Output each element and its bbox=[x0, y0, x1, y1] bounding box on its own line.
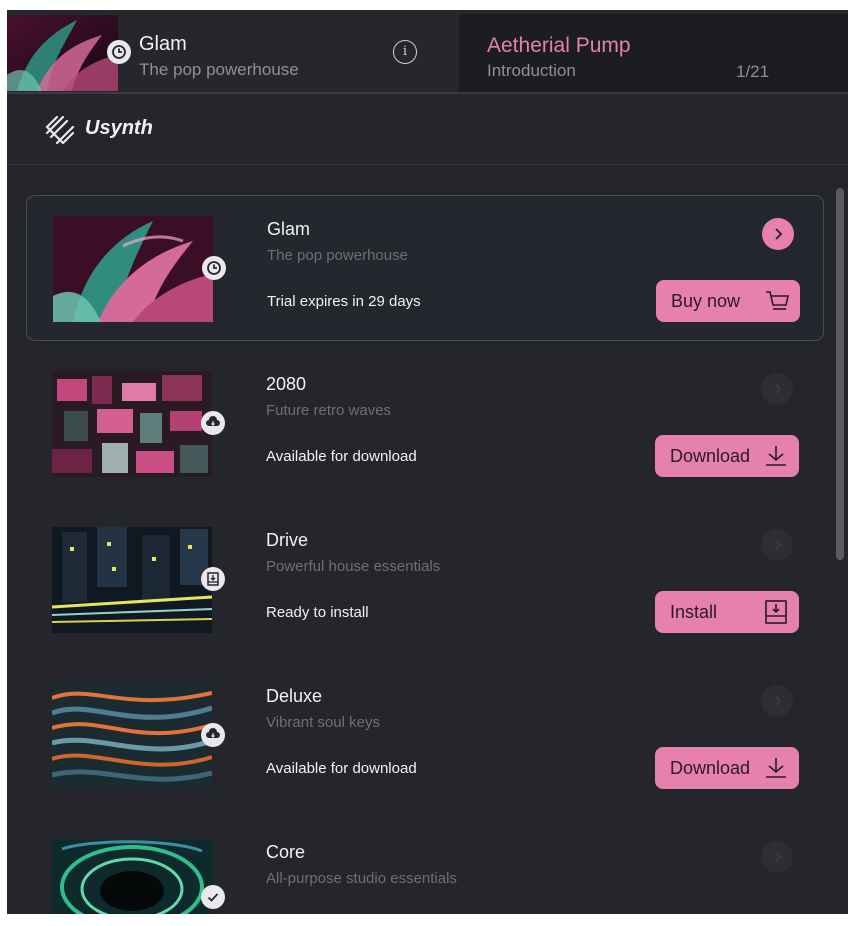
pack-card-deluxe[interactable]: Deluxe Vibrant soul keys Available for d… bbox=[26, 663, 824, 809]
brand-bar: Usynth bbox=[7, 94, 848, 165]
pack-status: Available for download bbox=[266, 760, 417, 777]
usynth-logo-icon bbox=[43, 113, 77, 147]
pack-title: Deluxe bbox=[266, 686, 323, 706]
download-label: Download bbox=[670, 758, 751, 778]
pack-artwork bbox=[52, 683, 212, 789]
pack-title: Drive bbox=[266, 530, 309, 550]
chevron-right-icon[interactable] bbox=[762, 218, 794, 250]
current-pack-subtitle: The pop powerhouse bbox=[139, 60, 299, 79]
pack-list: Glam The pop powerhouse Trial expires in… bbox=[7, 165, 848, 914]
pack-status: Ready to install bbox=[266, 604, 369, 621]
preset-name: Aetherial Pump bbox=[487, 34, 631, 57]
chevron-right-icon[interactable] bbox=[761, 685, 793, 717]
pack-subtitle: The pop powerhouse bbox=[267, 247, 408, 264]
cloud-download-icon bbox=[201, 723, 225, 747]
pack-card-2080[interactable]: 2080 Future retro waves Available for do… bbox=[26, 351, 824, 497]
clock-icon bbox=[202, 256, 226, 280]
pack-artwork bbox=[52, 839, 212, 914]
pack-subtitle: Future retro waves bbox=[266, 402, 392, 419]
scrollbar-thumb[interactable] bbox=[836, 188, 844, 560]
clock-icon bbox=[107, 40, 131, 64]
install-label: Install bbox=[670, 602, 718, 622]
download-button[interactable]: Download bbox=[655, 435, 799, 477]
buy-now-button[interactable]: Buy now bbox=[656, 280, 800, 322]
preset-count: 1/21 bbox=[736, 62, 770, 81]
install-icon bbox=[763, 599, 789, 625]
pack-card-drive[interactable]: Drive Powerful house essentials Ready to… bbox=[26, 507, 824, 653]
chevron-right-icon[interactable] bbox=[761, 529, 793, 561]
download-icon bbox=[763, 755, 789, 781]
pack-status: Trial expires in 29 days bbox=[267, 293, 421, 310]
current-pack-artwork bbox=[7, 15, 118, 91]
pack-artwork bbox=[52, 527, 212, 633]
download-label: Download bbox=[670, 446, 751, 466]
pack-artwork bbox=[52, 371, 212, 477]
brand-name: Usynth bbox=[85, 117, 153, 139]
pack-card-glam[interactable]: Glam The pop powerhouse Trial expires in… bbox=[26, 195, 824, 341]
pack-subtitle: All-purpose studio essentials bbox=[266, 870, 457, 887]
cloud-download-icon bbox=[201, 411, 225, 435]
chevron-right-icon[interactable] bbox=[761, 373, 793, 405]
install-button[interactable]: Install bbox=[655, 591, 799, 633]
header: Glam The pop powerhouse i Aetherial Pump… bbox=[7, 10, 848, 92]
preset-category: Introduction bbox=[487, 61, 576, 80]
buy-now-label: Buy now bbox=[671, 291, 741, 311]
pack-artwork bbox=[53, 216, 213, 322]
pack-status: Available for download bbox=[266, 448, 417, 465]
pack-card-core[interactable]: Core All-purpose studio essentials bbox=[26, 819, 824, 914]
pack-title: Core bbox=[266, 842, 306, 862]
download-icon bbox=[763, 443, 789, 469]
cart-icon bbox=[764, 288, 790, 314]
preset-panel[interactable]: Aetherial Pump Introduction 1/21 bbox=[459, 14, 848, 92]
current-pack-panel[interactable]: Glam The pop powerhouse i bbox=[7, 10, 459, 92]
pack-subtitle: Powerful house essentials bbox=[266, 558, 441, 575]
app-window: Glam The pop powerhouse i Aetherial Pump… bbox=[7, 10, 848, 914]
pack-title: Glam bbox=[267, 219, 311, 239]
pack-subtitle: Vibrant soul keys bbox=[266, 714, 380, 731]
current-pack-title: Glam bbox=[139, 33, 187, 55]
pack-title: 2080 bbox=[266, 374, 307, 394]
install-icon bbox=[201, 567, 225, 591]
download-button[interactable]: Download bbox=[655, 747, 799, 789]
chevron-right-icon[interactable] bbox=[761, 841, 793, 873]
check-icon bbox=[201, 885, 225, 909]
info-icon[interactable]: i bbox=[393, 40, 417, 64]
